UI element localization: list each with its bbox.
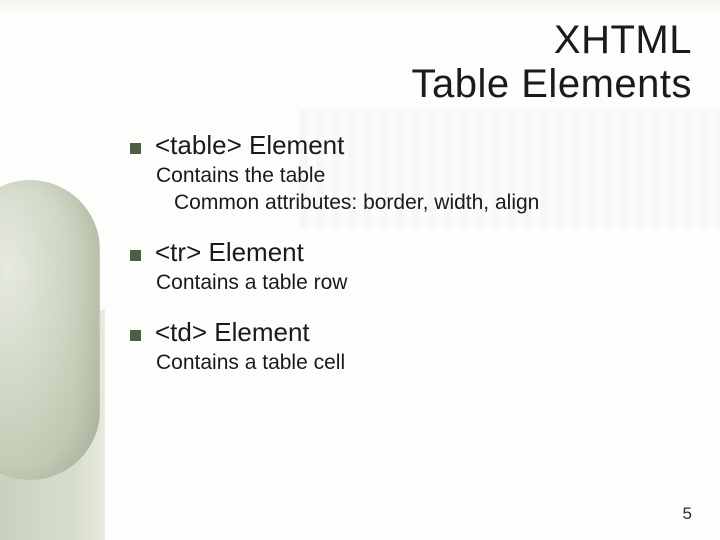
item-body: Contains the table Common attributes: bo… [156, 163, 690, 217]
item-title: <tr> Element [155, 237, 304, 268]
bullet-square-icon [130, 330, 141, 341]
item-title: <table> Element [155, 130, 344, 161]
item-desc: Contains the table [156, 163, 690, 190]
bullet-square-icon [130, 143, 141, 154]
item-desc: Contains a table cell [156, 350, 690, 377]
item-body: Contains a table cell [156, 350, 690, 377]
list-item-head: <tr> Element [130, 237, 690, 268]
item-body: Contains a table row [156, 270, 690, 297]
list-item-head: <td> Element [130, 317, 690, 348]
list-item: <tr> Element Contains a table row [130, 237, 690, 297]
item-desc-secondary: Common attributes: border, width, align [174, 190, 690, 217]
list-item: <td> Element Contains a table cell [130, 317, 690, 377]
title-line-1: XHTML [0, 18, 692, 62]
page-number: 5 [683, 504, 692, 524]
title-line-2: Table Elements [0, 62, 692, 106]
item-desc: Contains a table row [156, 270, 690, 297]
bullet-square-icon [130, 250, 141, 261]
list-item: <table> Element Contains the table Commo… [130, 130, 690, 217]
list-item-head: <table> Element [130, 130, 690, 161]
item-title: <td> Element [155, 317, 310, 348]
slide-content: <table> Element Contains the table Commo… [130, 130, 690, 397]
decorative-side-capsule [0, 180, 100, 480]
slide-title: XHTML Table Elements [0, 18, 692, 106]
